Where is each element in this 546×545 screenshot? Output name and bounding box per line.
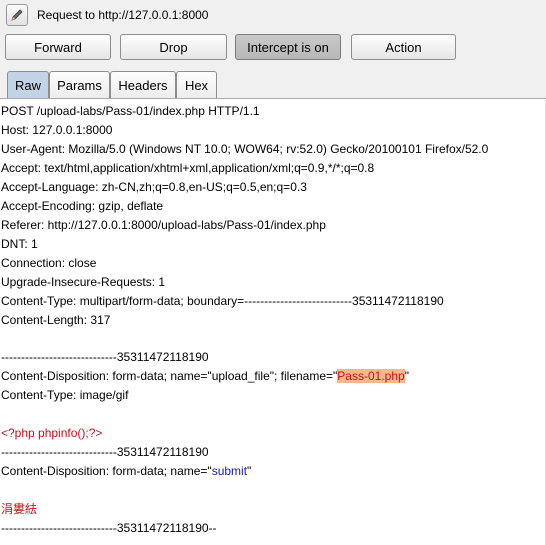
php-payload: <?php phpinfo();?> [1, 426, 103, 440]
file-disposition-text: Content-Disposition: form-data; name="up… [1, 369, 338, 383]
pencil-icon [11, 9, 23, 21]
submit-value: 涓婁紶 [1, 502, 38, 516]
tab-params[interactable]: Params [49, 71, 110, 99]
header-accept-language: Accept-Language: zh-CN,zh;q=0.8,en-US;q=… [1, 180, 307, 194]
header-accept-encoding: Accept-Encoding: gzip, deflate [1, 199, 164, 213]
multipart-boundary-end: -----------------------------35311472118… [1, 521, 217, 535]
header-content-length: Content-Length: 317 [1, 313, 111, 327]
part-content-type: Content-Type: image/gif [1, 388, 129, 402]
forward-button[interactable]: Forward [5, 34, 111, 60]
tab-hex[interactable]: Hex [176, 71, 217, 99]
submit-disposition-close: " [247, 464, 252, 478]
tab-headers[interactable]: Headers [110, 71, 176, 99]
submit-field-name: submit [211, 464, 248, 478]
intercept-toggle-button[interactable]: Intercept is on [235, 34, 341, 60]
file-content-disposition: Content-Disposition: form-data; name="up… [1, 367, 409, 386]
filename-value: Pass-01.php [337, 369, 405, 383]
submit-content-disposition: Content-Disposition: form-data; name="su… [1, 462, 251, 481]
request-line: POST /upload-labs/Pass-01/index.php HTTP… [1, 104, 260, 118]
action-button[interactable]: Action [351, 34, 456, 60]
header-host: Host: 127.0.0.1:8000 [1, 123, 113, 137]
tab-divider [0, 98, 546, 99]
message-view-tabs: Raw Params Headers Hex [0, 68, 546, 99]
header-upgrade-insecure: Upgrade-Insecure-Requests: 1 [1, 275, 166, 289]
header-user-agent: User-Agent: Mozilla/5.0 (Windows NT 10.0… [1, 142, 489, 156]
edit-request-button[interactable] [6, 4, 28, 26]
drop-button[interactable]: Drop [120, 34, 227, 60]
header-dnt: DNT: 1 [1, 237, 38, 251]
request-target-title: Request to http://127.0.0.1:8000 [37, 8, 209, 22]
multipart-boundary: -----------------------------35311472118… [1, 445, 209, 459]
header-referer: Referer: http://127.0.0.1:8000/upload-la… [1, 218, 326, 232]
multipart-boundary: -----------------------------35311472118… [1, 350, 209, 364]
file-disposition-close: " [404, 369, 409, 383]
header-content-type: Content-Type: multipart/form-data; bound… [1, 294, 444, 308]
submit-disposition-text: Content-Disposition: form-data; name=" [1, 464, 212, 478]
header-connection: Connection: close [1, 256, 97, 270]
request-toolbar: Request to http://127.0.0.1:8000 Forward… [0, 0, 546, 68]
header-accept: Accept: text/html,application/xhtml+xml,… [1, 161, 375, 175]
tab-raw[interactable]: Raw [7, 71, 49, 99]
raw-request-editor[interactable]: POST /upload-labs/Pass-01/index.php HTTP… [0, 100, 546, 545]
